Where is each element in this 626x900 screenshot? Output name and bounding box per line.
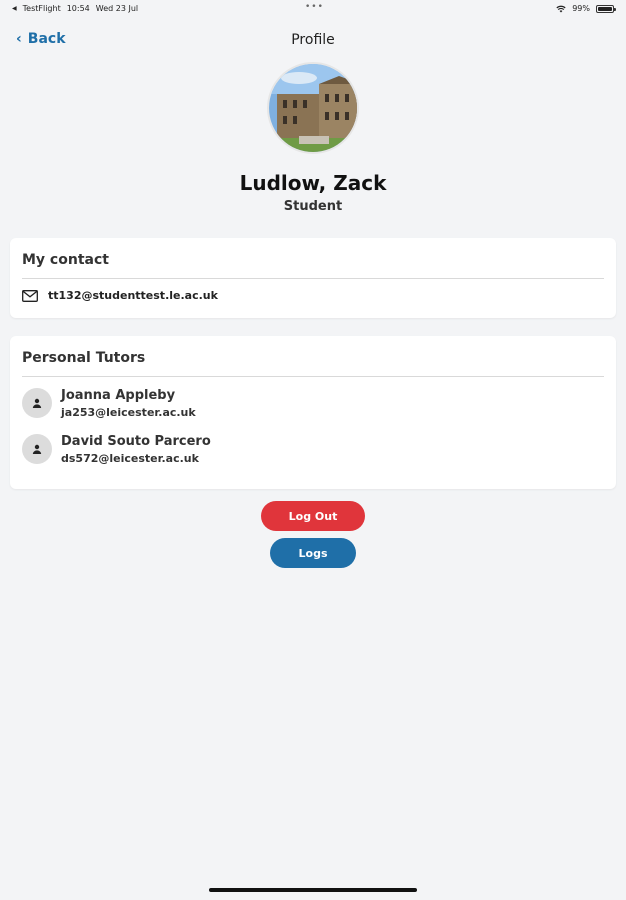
tutor-item[interactable]: David Souto Parcero ds572@leicester.ac.u… <box>10 428 616 465</box>
profile-photo <box>267 62 359 154</box>
tutor-email[interactable]: ds572@leicester.ac.uk <box>61 452 211 465</box>
multitasking-dots-icon[interactable]: ••• <box>305 2 324 12</box>
tutor-email[interactable]: ja253@leicester.ac.uk <box>61 406 196 419</box>
person-icon <box>32 444 42 454</box>
page-title: Profile <box>291 32 335 48</box>
contact-email-row[interactable]: tt132@studenttest.le.ac.uk <box>10 279 616 302</box>
contact-card: My contact tt132@studenttest.le.ac.uk <box>10 238 616 318</box>
return-to-app-icon[interactable]: ◀ <box>12 5 17 12</box>
status-date: Wed 23 Jul <box>95 4 139 13</box>
tutors-card: Personal Tutors Joanna Appleby ja253@lei… <box>10 336 616 489</box>
status-bar-left: ◀ TestFlight 10:54 Wed 23 Jul <box>12 4 138 13</box>
profile-role: Student <box>283 199 343 214</box>
tutor-item[interactable]: Joanna Appleby ja253@leicester.ac.uk <box>10 382 616 419</box>
home-indicator[interactable] <box>209 888 417 892</box>
logs-button[interactable]: Logs <box>270 538 356 568</box>
contact-email[interactable]: tt132@studenttest.le.ac.uk <box>48 289 218 302</box>
tutor-info: Joanna Appleby ja253@leicester.ac.uk <box>61 382 196 419</box>
status-time: 10:54 <box>66 4 90 13</box>
tutor-avatar <box>22 388 52 418</box>
status-bar: ◀ TestFlight 10:54 Wed 23 Jul ••• 99% <box>0 0 626 18</box>
contact-card-title: My contact <box>22 252 109 268</box>
logout-button[interactable]: Log Out <box>261 501 365 531</box>
divider <box>22 376 604 377</box>
return-app-name[interactable]: TestFlight <box>23 4 61 13</box>
person-icon <box>32 398 42 408</box>
campus-building-image <box>269 64 357 152</box>
profile-name: Ludlow, Zack <box>239 171 387 195</box>
tutors-card-title: Personal Tutors <box>22 350 146 366</box>
tutor-name: David Souto Parcero <box>61 434 211 449</box>
mail-icon <box>22 289 38 302</box>
tutor-info: David Souto Parcero ds572@leicester.ac.u… <box>61 428 211 465</box>
battery-icon <box>596 4 616 13</box>
status-bar-right: 99% <box>556 4 616 13</box>
tutor-name: Joanna Appleby <box>61 388 176 403</box>
battery-percent: 99% <box>572 4 590 13</box>
tutor-avatar <box>22 434 52 464</box>
wifi-icon <box>556 5 566 12</box>
